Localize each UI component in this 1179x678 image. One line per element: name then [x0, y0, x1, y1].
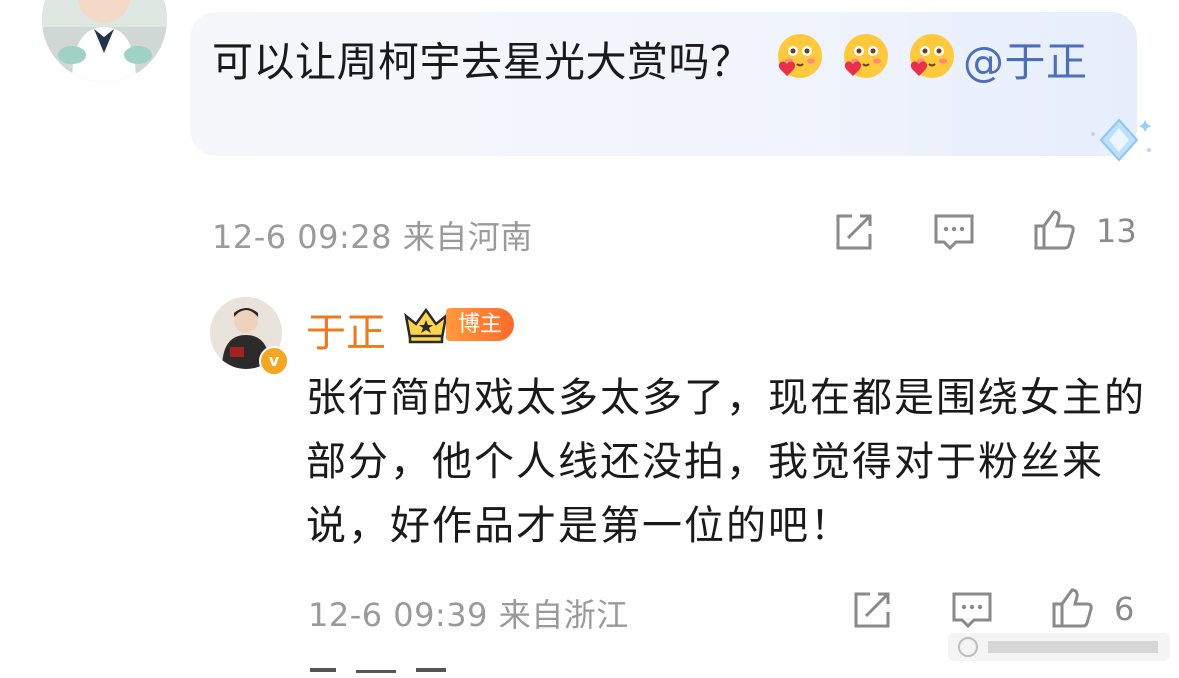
heart-blush-emoji-icon — [837, 30, 891, 84]
crown-icon — [402, 304, 450, 344]
share-icon[interactable] — [848, 586, 896, 634]
heart-blush-emoji-icon — [771, 30, 825, 84]
comment-icon[interactable] — [948, 586, 996, 634]
reply-meta: 12-6 09:39 来自浙江 — [308, 590, 629, 636]
comment-icon[interactable] — [930, 208, 978, 256]
like-icon[interactable] — [1048, 584, 1096, 632]
share-icon[interactable] — [830, 208, 878, 256]
reply-text: 张行简的戏太多太多了，现在都是围绕女主的部分，他个人线还没拍，我觉得对于粉丝来说… — [306, 375, 1146, 549]
comment-like-count: 13 — [1096, 212, 1137, 250]
diamond-decoration-icon — [1085, 114, 1157, 166]
comment-location: 来自河南 — [402, 218, 533, 256]
blogger-badge: 博主 — [446, 308, 515, 341]
heart-blush-emoji-icon — [903, 30, 957, 84]
watermark-logo — [948, 630, 1170, 664]
mention-link[interactable]: @于正 — [963, 38, 1088, 86]
reply-username[interactable]: 于正 — [306, 300, 386, 358]
reply-time: 12-6 09:39 — [308, 596, 489, 634]
comment-body: 可以让周柯宇去星光大赏吗？ — [212, 38, 752, 86]
next-content-cutoff — [306, 658, 506, 678]
comment-time: 12-6 09:28 — [212, 218, 393, 256]
commenter-avatar[interactable] — [42, 0, 167, 82]
verified-badge-icon: v — [259, 346, 289, 376]
comment-text: 可以让周柯宇去星光大赏吗？ @于正 — [212, 30, 1132, 92]
previous-content-cutoff — [210, 0, 770, 6]
reply-location: 来自浙江 — [498, 596, 629, 634]
like-icon[interactable] — [1030, 206, 1078, 254]
comment-meta: 12-6 09:28 来自河南 — [212, 212, 533, 258]
reply-like-count: 6 — [1114, 590, 1135, 628]
